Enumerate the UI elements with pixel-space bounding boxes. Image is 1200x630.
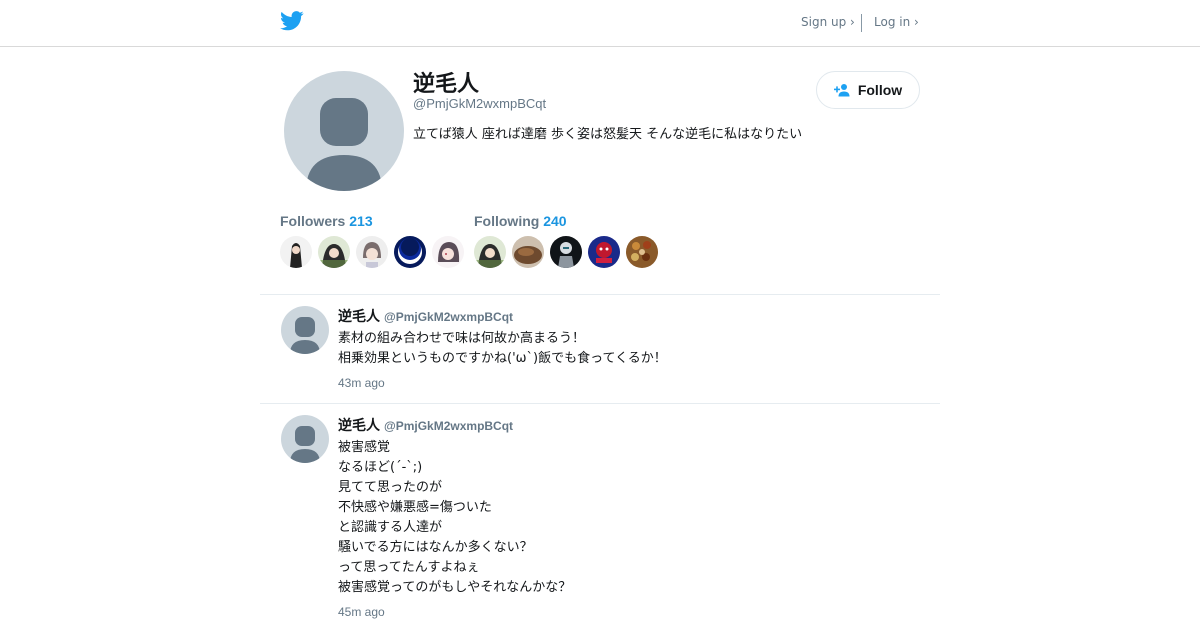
followers-label: Followers bbox=[280, 213, 346, 229]
tweet-handle: @PmjGkM2wxmpBCqt bbox=[384, 310, 514, 324]
tweet-line: って思ってたんすよねぇ bbox=[338, 560, 480, 575]
following-avatar[interactable] bbox=[512, 236, 544, 268]
twitter-bird-icon[interactable] bbox=[280, 11, 304, 31]
following-avatar[interactable] bbox=[588, 236, 620, 268]
follow-button[interactable]: Follow bbox=[816, 71, 920, 109]
tweet-author[interactable]: 逆毛人 @PmjGkM2wxmpBCqt bbox=[338, 306, 513, 326]
follower-avatar[interactable] bbox=[280, 236, 312, 268]
profile-handle: @PmjGkM2wxmpBCqt bbox=[413, 96, 547, 111]
profile-bio: 立てば猿人 座れば達磨 歩く姿は怒髪天 そんな逆毛に私はなりたい bbox=[413, 127, 803, 142]
tweet-text: 素材の組み合わせで味は何故か高まるう！ 相乗効果というものですかね('ω`)飯で… bbox=[338, 329, 667, 369]
tweet-line: 素材の組み合わせで味は何故か高まるう！ bbox=[338, 331, 586, 346]
signup-link[interactable]: Sign up › bbox=[801, 15, 855, 29]
follower-avatar[interactable] bbox=[318, 236, 350, 268]
profile-display-name: 逆毛人 bbox=[413, 72, 480, 97]
following-stat[interactable]: Following 240 bbox=[474, 213, 567, 229]
default-avatar-icon bbox=[290, 426, 320, 463]
profile-avatar[interactable] bbox=[284, 71, 404, 191]
tweet-line: なるほど(´-`;) bbox=[338, 460, 423, 475]
tweet-display-name: 逆毛人 bbox=[338, 309, 380, 325]
tweet-line: 見てて思ったのが bbox=[338, 480, 443, 495]
tweet-line: と認識する人達が bbox=[338, 520, 443, 535]
tweet-line: 不快感や嫌悪感=傷ついた bbox=[338, 500, 492, 515]
following-avatar[interactable] bbox=[550, 236, 582, 268]
tweet-line: 被害感覚 bbox=[338, 440, 391, 455]
tweet-text: 被害感覚 なるほど(´-`;) 見てて思ったのが 不快感や嫌悪感=傷ついた と認… bbox=[338, 438, 571, 598]
default-avatar-icon bbox=[306, 98, 382, 191]
tweet-timestamp[interactable]: 43m ago bbox=[338, 376, 385, 390]
following-label: Following bbox=[474, 213, 540, 229]
divider bbox=[260, 403, 940, 404]
tweet-line: 騒いでる方にはなんか多くない？ bbox=[338, 540, 533, 555]
followers-count: 213 bbox=[349, 213, 373, 229]
tweet-avatar[interactable] bbox=[281, 415, 329, 463]
follow-user-plus-icon bbox=[833, 84, 850, 97]
following-count: 240 bbox=[543, 213, 567, 229]
following-avatar[interactable] bbox=[626, 236, 658, 268]
nav-divider bbox=[861, 14, 862, 32]
default-avatar-icon bbox=[290, 317, 320, 354]
login-link[interactable]: Log in › bbox=[874, 15, 919, 29]
follower-avatar[interactable] bbox=[394, 236, 426, 268]
follower-avatar[interactable] bbox=[356, 236, 388, 268]
follower-avatar[interactable] bbox=[432, 236, 464, 268]
tweet-author[interactable]: 逆毛人 @PmjGkM2wxmpBCqt bbox=[338, 415, 513, 435]
followers-stat[interactable]: Followers 213 bbox=[280, 213, 373, 229]
tweet-timestamp[interactable]: 45m ago bbox=[338, 605, 385, 619]
tweet-display-name: 逆毛人 bbox=[338, 418, 380, 434]
follow-button-label: Follow bbox=[857, 82, 903, 98]
tweet-avatar[interactable] bbox=[281, 306, 329, 354]
tweet-line: 被害感覚ってのがもしやそれなんかな？ bbox=[338, 580, 572, 595]
following-avatar[interactable] bbox=[474, 236, 506, 268]
tweet-line: 相乗効果というものですかね('ω`)飯でも食ってくるか！ bbox=[338, 351, 667, 366]
top-bar: Sign up › Log in › bbox=[0, 0, 1200, 47]
divider bbox=[260, 294, 940, 295]
tweet-handle: @PmjGkM2wxmpBCqt bbox=[384, 419, 514, 433]
